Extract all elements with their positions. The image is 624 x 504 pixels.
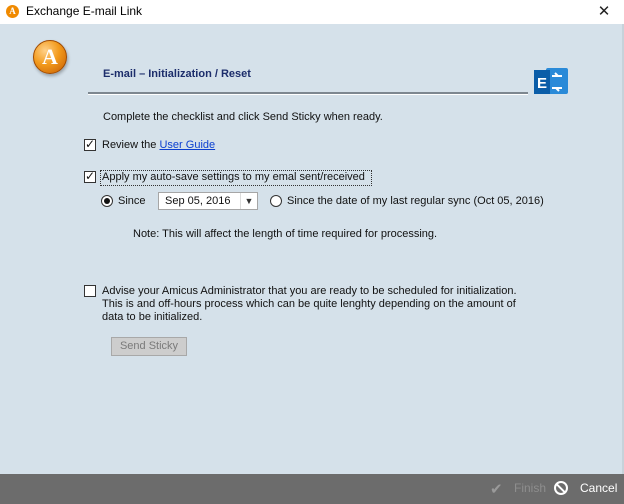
cancel-icon[interactable] <box>554 481 568 495</box>
section-heading: E-mail – Initialization / Reset <box>103 68 251 80</box>
heading-divider <box>88 92 528 94</box>
date-value: Sep 05, 2016 <box>165 195 231 207</box>
exchange-icon: E <box>534 68 568 94</box>
send-sticky-button[interactable]: Send Sticky <box>111 337 187 356</box>
autosave-label[interactable]: Apply my auto-save settings to my emal s… <box>102 171 365 183</box>
since-date-picker[interactable]: Sep 05, 2016 ▼ <box>158 192 258 210</box>
checkmark-icon: ✔ <box>490 480 503 498</box>
user-guide-link[interactable]: User Guide <box>159 139 215 151</box>
finish-button[interactable]: Finish <box>514 481 546 495</box>
advise-label: Advise your Amicus Administrator that yo… <box>102 285 517 323</box>
since-radio[interactable] <box>101 195 113 207</box>
svg-text:E: E <box>537 75 547 92</box>
amicus-app-icon: A <box>6 5 19 18</box>
advise-checkbox[interactable] <box>84 285 96 297</box>
last-sync-radio[interactable] <box>270 195 282 207</box>
processing-note: Note: This will affect the length of tim… <box>133 228 438 240</box>
review-label: Review the User Guide <box>102 139 216 151</box>
window-title: Exchange E-mail Link <box>26 4 143 18</box>
instructions-text: Complete the checklist and click Send St… <box>103 111 383 123</box>
amicus-logo: A <box>33 40 67 74</box>
since-label: Since <box>118 195 146 207</box>
chevron-down-icon[interactable]: ▼ <box>240 193 257 209</box>
close-icon[interactable]: ✕ <box>594 2 614 22</box>
title-bar: A Exchange E-mail Link ✕ <box>0 0 624 24</box>
autosave-checkbox[interactable] <box>84 169 96 183</box>
last-sync-label: Since the date of my last regular sync (… <box>287 195 544 207</box>
cancel-button[interactable]: Cancel <box>580 481 617 495</box>
review-checkbox[interactable] <box>84 137 96 151</box>
